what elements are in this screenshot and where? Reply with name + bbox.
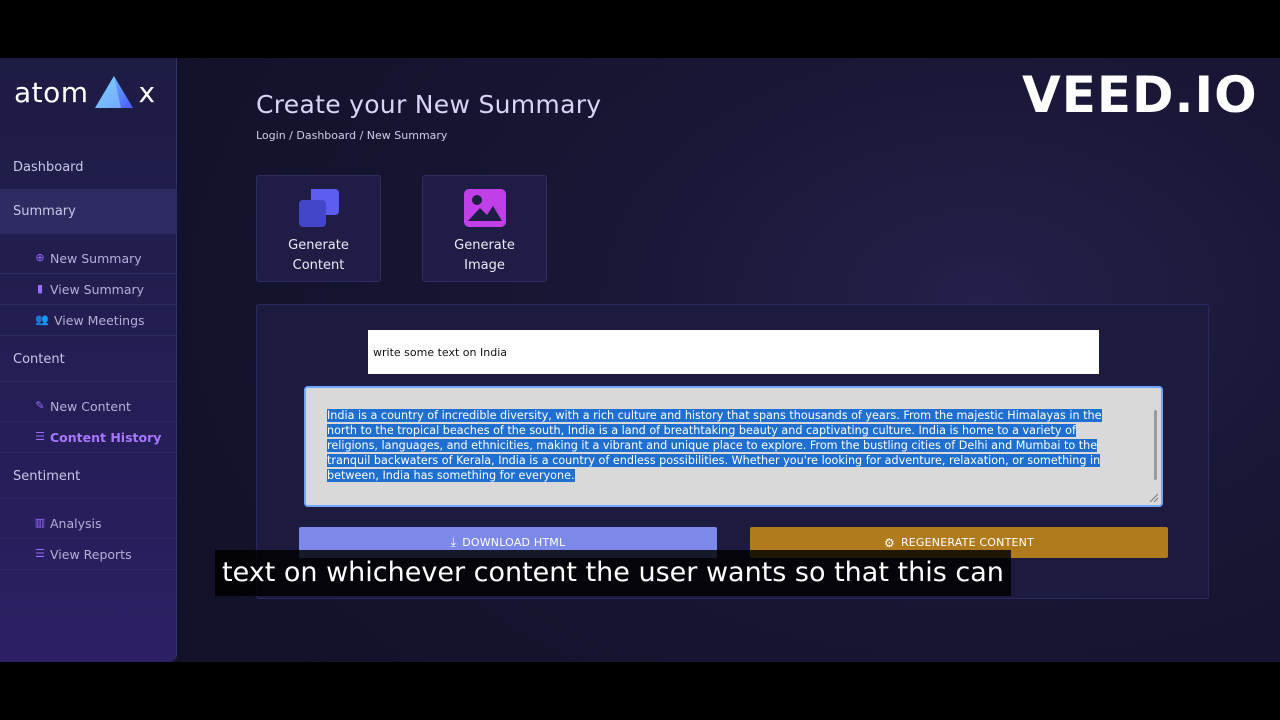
logo-triangle-icon (94, 76, 133, 108)
plus-circle-icon: ⊕ (35, 251, 45, 264)
sidebar-item-label: New Content (50, 398, 131, 414)
sidebar-item-content-history[interactable]: ☰ Content History (0, 422, 177, 453)
download-label: DOWNLOAD HTML (462, 536, 566, 549)
bar-chart-icon: ▥ (34, 516, 46, 529)
tool-label-line1: Generate (288, 238, 349, 253)
resize-handle-icon[interactable] (1148, 492, 1158, 502)
generate-content-card[interactable]: Generate Content (256, 175, 381, 282)
users-icon: 👥 (35, 313, 49, 326)
sidebar-section-label: Summary (13, 204, 76, 219)
tool-label-line2: Content (292, 258, 345, 273)
gear-icon: ⚙ (883, 535, 895, 550)
logo-text-left: atom (14, 75, 89, 109)
sidebar-item-view-meetings[interactable]: 👥 View Meetings (0, 305, 177, 336)
logo[interactable]: atom x (14, 72, 156, 112)
breadcrumb-login[interactable]: Login (256, 129, 286, 142)
tool-label-line1: Generate (454, 238, 515, 253)
breadcrumb-current: New Summary (366, 129, 448, 142)
pen-icon: ✎ (35, 399, 45, 412)
sidebar-section-sentiment[interactable]: Sentiment (0, 455, 177, 499)
sidebar-item-label: View Reports (50, 546, 132, 562)
sidebar-item-label: Content History (50, 429, 162, 445)
sidebar-item-new-content[interactable]: ✎ New Content (0, 391, 177, 422)
letterbox-bottom (0, 662, 1280, 720)
sidebar-item-new-summary[interactable]: ⊕ New Summary (0, 243, 177, 274)
regenerate-label: REGENERATE CONTENT (900, 536, 1035, 549)
sidebar-item-label: View Summary (50, 281, 145, 297)
sidebar-item-view-summary[interactable]: ▮ View Summary (0, 274, 177, 305)
letterbox-top (0, 0, 1280, 58)
sidebar-item-label: View Meetings (54, 312, 145, 328)
generated-content-textarea[interactable]: India is a country of incredible diversi… (304, 386, 1163, 507)
video-caption: text on whichever content the user wants… (215, 550, 1011, 596)
sidebar-item-analysis[interactable]: ▥ Analysis (0, 508, 177, 539)
list-icon: ☰ (35, 430, 45, 443)
page-title: Create your New Summary (256, 90, 602, 119)
veed-watermark: VEED.IO (1022, 66, 1258, 124)
sidebar-section-dashboard[interactable]: Dashboard (0, 146, 177, 190)
download-icon: ⤓ (450, 535, 457, 549)
logo-text-right: x (138, 75, 156, 109)
app-window: atom x Dashboard Summary ⊕ New Summary ▮… (0, 58, 1280, 662)
sidebar-item-view-reports[interactable]: ☰ View Reports (0, 539, 177, 570)
sidebar-section-summary[interactable]: Summary (0, 190, 177, 234)
sidebar-section-label: Dashboard (13, 160, 84, 175)
breadcrumb-dashboard[interactable]: Dashboard (296, 129, 356, 142)
breadcrumb: Login / Dashboard / New Summary (256, 129, 447, 142)
prompt-input[interactable] (368, 330, 1099, 374)
sidebar-item-label: Analysis (50, 515, 102, 531)
sidebar-item-label: New Summary (50, 250, 142, 266)
image-icon (463, 189, 506, 227)
sidebar: atom x Dashboard Summary ⊕ New Summary ▮… (0, 58, 177, 662)
list-icon: ☰ (35, 547, 45, 560)
textarea-scrollbar[interactable] (1154, 410, 1157, 480)
tool-label-line2: Image (464, 258, 505, 273)
book-icon: ▮ (36, 282, 44, 295)
generate-image-card[interactable]: Generate Image (422, 175, 547, 282)
copy-icon (298, 189, 339, 227)
sidebar-section-label: Sentiment (13, 469, 81, 484)
sidebar-section-label: Content (13, 352, 65, 367)
breadcrumb-separator: / (285, 129, 297, 142)
breadcrumb-separator: / (356, 129, 367, 142)
generated-content-text: India is a country of incredible diversi… (327, 409, 1102, 482)
sidebar-section-content[interactable]: Content (0, 338, 177, 382)
